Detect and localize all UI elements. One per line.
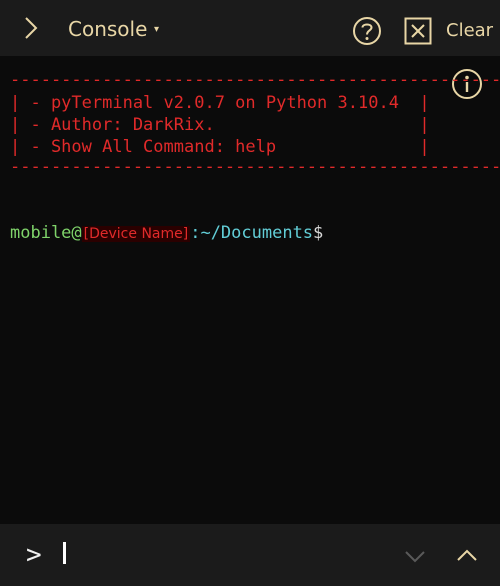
shell-prompt: mobile@ [Device Name]:~/Documents$	[10, 222, 323, 245]
banner-line-help: | - Show All Command: help |	[10, 137, 430, 157]
console-title[interactable]: Console	[68, 16, 147, 42]
chevron-right-icon[interactable]	[20, 14, 42, 42]
text-cursor[interactable]	[63, 542, 66, 564]
banner-rule-bottom: ----------------------------------------…	[10, 157, 500, 177]
console-output: ----------------------------------------…	[0, 56, 500, 524]
chevron-down-icon[interactable]	[404, 550, 426, 564]
help-icon[interactable]	[352, 16, 382, 46]
banner-line-version: | - pyTerminal v2.0.7 on Python 3.10.4 |	[10, 93, 430, 113]
chevron-up-icon[interactable]	[456, 548, 478, 562]
command-input-bar[interactable]: >	[0, 524, 500, 586]
prompt-device-name: [Device Name]	[81, 226, 191, 242]
close-icon[interactable]	[404, 17, 432, 45]
toolbar: Console ▾ Clear	[0, 0, 500, 56]
clear-button[interactable]: Clear	[446, 19, 493, 43]
prompt-user: mobile@	[10, 223, 82, 243]
banner-line-author: | - Author: DarkRix. |	[10, 115, 430, 135]
chevron-down-icon[interactable]: ▾	[154, 22, 159, 38]
input-prompt-symbol: >	[26, 540, 42, 570]
prompt-path: :~/Documents	[190, 223, 314, 243]
banner-rule-top: ----------------------------------------…	[10, 70, 500, 90]
prompt-symbol: $	[313, 223, 324, 243]
